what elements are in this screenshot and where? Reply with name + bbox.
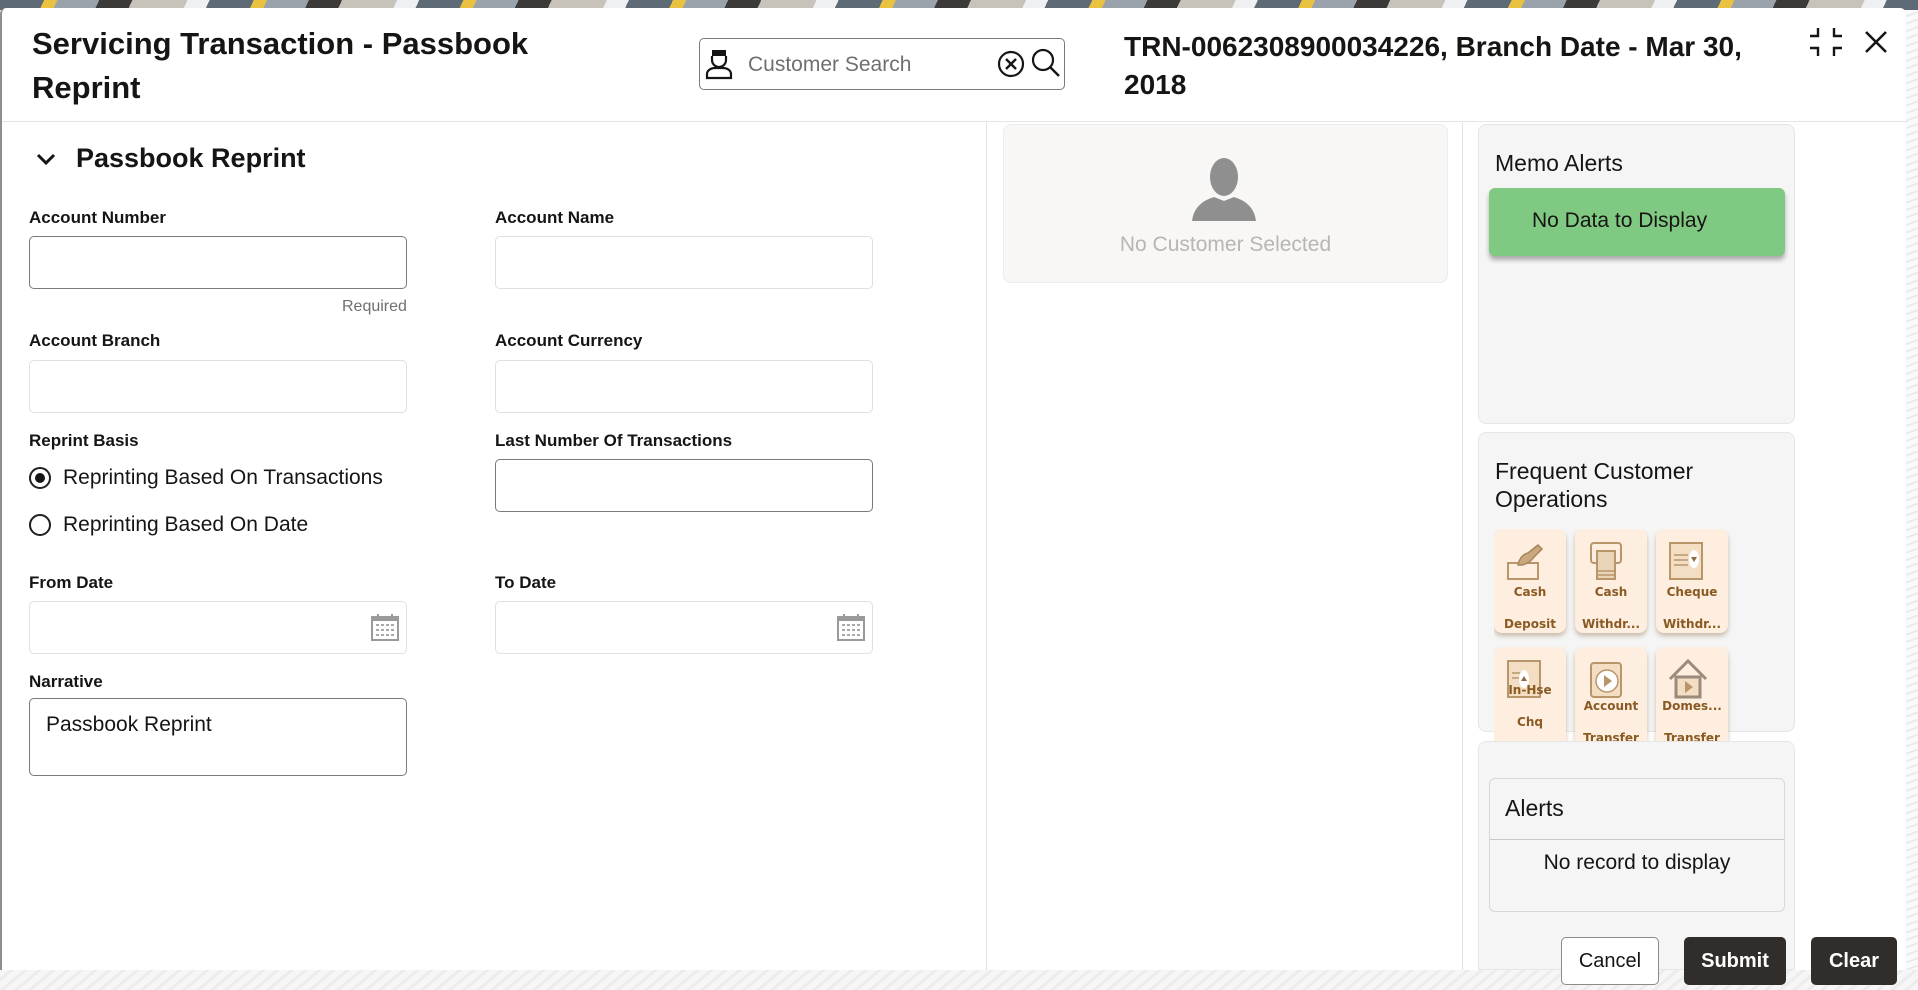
tile-domestic-transfer[interactable]: Domes... Transfer bbox=[1656, 647, 1728, 744]
tile-label-line2: Withdr... bbox=[1581, 617, 1641, 631]
customer-card: No Customer Selected bbox=[1003, 124, 1448, 283]
tile-cash-withdrawal[interactable]: Cash Withdr... bbox=[1575, 529, 1647, 633]
transaction-info: TRN-0062308900034226, Branch Date - Mar … bbox=[1124, 31, 1742, 100]
memo-alerts-panel: Memo Alerts No Data to Display bbox=[1478, 124, 1795, 424]
radio-label: Reprinting Based On Date bbox=[63, 513, 309, 536]
alerts-panel: Alerts No record to display bbox=[1478, 741, 1795, 970]
operations-tile-grid: Cash Deposit Cash Withdr... Cheque Withd… bbox=[1494, 529, 1784, 744]
frequent-operations-title: Frequent Customer Operations bbox=[1495, 458, 1694, 512]
cash-withdrawal-icon bbox=[1590, 542, 1622, 580]
cash-deposit-icon bbox=[1507, 543, 1544, 580]
account-name-input[interactable] bbox=[495, 236, 873, 289]
tile-label-line2: Withdr... bbox=[1662, 617, 1722, 631]
from-date-input[interactable] bbox=[29, 601, 407, 654]
tile-cheque-withdrawal[interactable]: Cheque Withdr... bbox=[1656, 529, 1728, 633]
radio-reprint-by-date[interactable]: Reprinting Based On Date bbox=[29, 513, 308, 537]
account-transfer-icon bbox=[1590, 662, 1622, 698]
narrative-textarea[interactable]: Passbook Reprint bbox=[29, 698, 407, 776]
clear-button[interactable]: Clear bbox=[1811, 937, 1897, 985]
minimize-icon[interactable] bbox=[1808, 24, 1844, 60]
tile-label-line1: In-Hse bbox=[1508, 683, 1552, 697]
tile-label-line2: Chq bbox=[1517, 715, 1543, 729]
radio-button[interactable] bbox=[29, 514, 51, 536]
search-icon[interactable] bbox=[1030, 47, 1062, 79]
alerts-table: Alerts No record to display bbox=[1489, 778, 1785, 912]
last-number-of-transactions-label: Last Number Of Transactions bbox=[495, 431, 733, 450]
tile-label-line1: Cash bbox=[1513, 585, 1547, 599]
frequent-operations-panel: Frequent Customer Operations Cash Deposi… bbox=[1478, 432, 1795, 744]
narrative-label: Narrative bbox=[29, 672, 103, 691]
alerts-empty-message: No record to display bbox=[1543, 851, 1731, 874]
tile-label-line2: Deposit bbox=[1504, 617, 1556, 631]
tile-label-line1: Cash bbox=[1594, 585, 1628, 599]
account-branch-input[interactable] bbox=[29, 360, 407, 413]
calendar-icon[interactable] bbox=[370, 612, 400, 642]
radio-button-checked[interactable] bbox=[29, 467, 51, 489]
section-title: Passbook Reprint bbox=[76, 143, 306, 173]
dialog-header: Servicing Transaction - Passbook Reprint… bbox=[2, 8, 1908, 122]
close-icon[interactable] bbox=[1858, 24, 1894, 60]
submit-button[interactable]: Submit bbox=[1684, 937, 1786, 985]
customer-icon bbox=[705, 50, 733, 80]
avatar-placeholder-icon bbox=[1192, 158, 1256, 221]
memo-alerts-message: No Data to Display bbox=[1532, 209, 1708, 232]
clear-search-icon[interactable] bbox=[996, 49, 1026, 79]
radio-reprint-by-transactions[interactable]: Reprinting Based On Transactions bbox=[29, 466, 383, 490]
account-number-label: Account Number bbox=[29, 208, 166, 227]
calendar-icon[interactable] bbox=[836, 612, 866, 642]
memo-alerts-title: Memo Alerts bbox=[1495, 150, 1623, 176]
column-divider bbox=[986, 123, 987, 970]
to-date-label: To Date bbox=[495, 573, 557, 592]
alerts-title: Alerts bbox=[1490, 779, 1784, 840]
tile-cash-deposit[interactable]: Cash Deposit bbox=[1494, 529, 1566, 633]
tile-label-line1: Cheque bbox=[1666, 585, 1718, 599]
page-title: Servicing Transaction - Passbook Reprint bbox=[32, 26, 529, 105]
tile-account-transfer[interactable]: Account Transfer bbox=[1575, 647, 1647, 744]
account-currency-label: Account Currency bbox=[495, 331, 643, 350]
domestic-transfer-icon bbox=[1668, 658, 1708, 699]
cancel-button[interactable]: Cancel bbox=[1561, 937, 1659, 985]
cheque-withdrawal-icon bbox=[1669, 542, 1703, 580]
account-name-label: Account Name bbox=[495, 208, 615, 227]
search-placeholder: Customer Search bbox=[748, 53, 912, 76]
form-area: Passbook Reprint Account Number Required… bbox=[2, 123, 986, 970]
account-branch-label: Account Branch bbox=[29, 331, 161, 350]
reprint-basis-label: Reprint Basis bbox=[29, 431, 139, 450]
tile-in-house-cheque[interactable]: In-Hse Chq bbox=[1494, 647, 1566, 744]
account-currency-input[interactable] bbox=[495, 360, 873, 413]
section-header[interactable]: Passbook Reprint bbox=[32, 143, 306, 174]
no-customer-message: No Customer Selected bbox=[1119, 233, 1332, 256]
account-number-input[interactable] bbox=[29, 236, 407, 289]
customer-search-field[interactable]: Customer Search bbox=[699, 38, 1065, 90]
passbook-reprint-dialog: Servicing Transaction - Passbook Reprint… bbox=[0, 8, 1908, 985]
last-number-of-transactions-input[interactable] bbox=[495, 459, 873, 512]
to-date-input[interactable] bbox=[495, 601, 873, 654]
radio-label: Reprinting Based On Transactions bbox=[63, 466, 383, 489]
chevron-down-icon[interactable] bbox=[32, 145, 60, 173]
from-date-label: From Date bbox=[29, 573, 114, 592]
tile-label-line1: Domes... bbox=[1662, 699, 1722, 713]
column-divider bbox=[1462, 123, 1463, 970]
background-pattern-right bbox=[1906, 10, 1918, 970]
memo-alerts-empty-box: No Data to Display bbox=[1489, 188, 1785, 256]
tile-label-line1: Account bbox=[1583, 699, 1639, 713]
account-number-required-hint: Required bbox=[342, 298, 407, 315]
